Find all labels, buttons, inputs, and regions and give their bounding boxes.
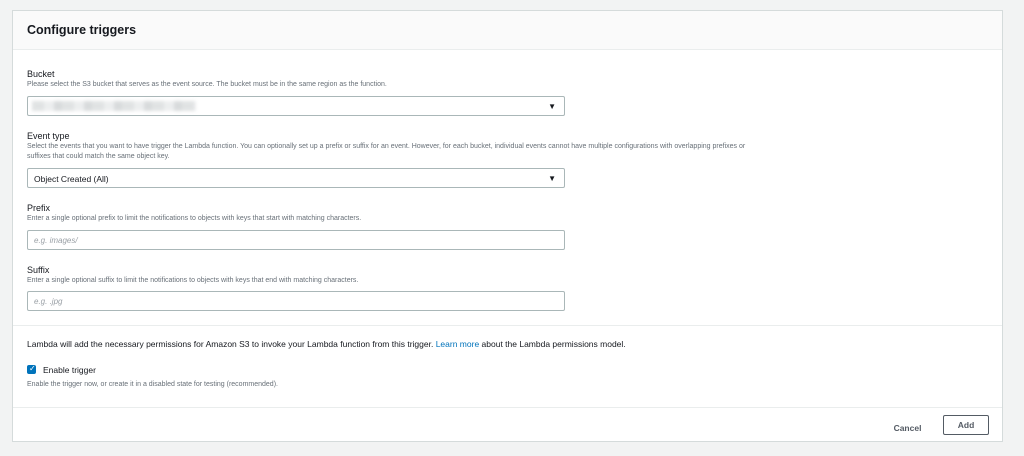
panel-title: Configure triggers [27, 23, 137, 37]
event-type-label: Event type [27, 131, 70, 141]
enable-trigger-description: Enable the trigger now, or create it in … [27, 381, 278, 388]
prefix-placeholder: e.g. images/ [34, 236, 78, 245]
event-type-select[interactable]: Object Created (All) ▼ [27, 168, 565, 188]
bucket-select[interactable]: ▼ [27, 96, 565, 116]
permissions-note: Lambda will add the necessary permission… [27, 339, 626, 349]
bucket-description: Please select the S3 bucket that serves … [27, 81, 387, 88]
caret-down-icon: ▼ [548, 174, 556, 183]
enable-trigger-checkbox[interactable]: ✓ [27, 364, 36, 374]
bucket-label: Bucket [27, 69, 55, 79]
bucket-field: Bucket Please select the S3 bucket that … [27, 69, 567, 116]
prefix-label: Prefix [27, 203, 51, 213]
footer-divider [13, 407, 1002, 408]
suffix-placeholder: e.g. .jpg [34, 297, 63, 306]
event-type-field: Event type Select the events that you wa… [27, 131, 745, 188]
checkmark-icon: ✓ [29, 364, 36, 373]
prefix-input[interactable]: e.g. images/ [27, 230, 565, 250]
caret-down-icon: ▼ [548, 102, 556, 111]
prefix-field: Prefix Enter a single optional prefix to… [27, 203, 567, 250]
suffix-description: Enter a single optional suffix to limit … [27, 277, 359, 284]
event-type-description: Select the events that you want to have … [27, 143, 746, 160]
permissions-text: Lambda will add the necessary permission… [27, 339, 434, 349]
bucket-redacted-value [32, 101, 196, 111]
permissions-text-after: about the Lambda permissions model. [481, 339, 626, 349]
panel-header: Configure triggers [13, 11, 1002, 50]
event-type-selected: Object Created (All) [34, 174, 109, 184]
suffix-input[interactable]: e.g. .jpg [27, 291, 565, 311]
add-button[interactable]: Add [943, 415, 989, 435]
configure-triggers-panel: Configure triggers Bucket Please select … [12, 10, 1003, 442]
section-divider [13, 325, 1002, 326]
suffix-label: Suffix [27, 265, 50, 275]
learn-more-link[interactable]: Learn more [436, 339, 479, 349]
cancel-button[interactable]: Cancel [885, 419, 930, 437]
enable-trigger-label: Enable trigger [43, 365, 96, 375]
prefix-description: Enter a single optional prefix to limit … [27, 215, 362, 222]
suffix-field: Suffix Enter a single optional suffix to… [27, 265, 567, 311]
